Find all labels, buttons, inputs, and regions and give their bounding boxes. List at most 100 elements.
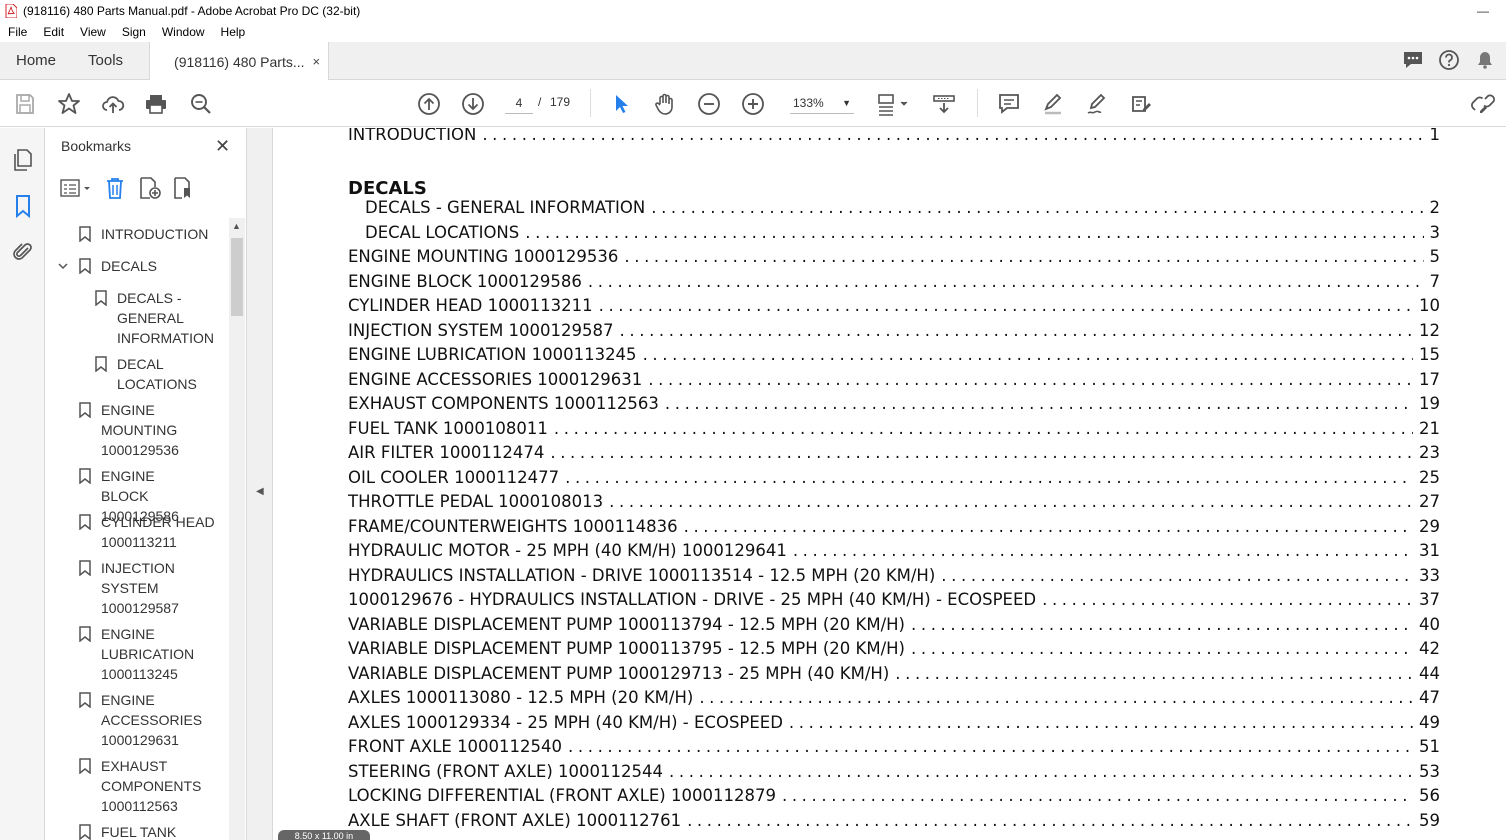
print-icon[interactable] [143, 91, 169, 117]
menu-help[interactable]: Help [213, 25, 254, 39]
zoom-level-dropdown[interactable]: 133% ▼ [790, 92, 854, 114]
bookmarks-icon[interactable] [11, 194, 35, 219]
bookmark-decal-locations[interactable]: DECAL LOCATIONS [95, 354, 221, 394]
toc-entry[interactable]: THROTTLE PEDAL 1000108013...............… [348, 492, 1440, 516]
search-zoom-icon[interactable] [188, 91, 214, 117]
toc-entry[interactable]: EXHAUST COMPONENTS 1000112563...........… [348, 394, 1440, 418]
attachments-paperclip-icon[interactable] [11, 240, 35, 264]
scroll-up-icon[interactable]: ▲ [232, 221, 241, 231]
page-separator: / [538, 95, 542, 109]
toc-entry[interactable]: STEERING (FRONT AXLE) 1000112544........… [348, 762, 1440, 786]
help-icon[interactable] [1438, 49, 1460, 74]
scroll-mode-icon[interactable] [931, 91, 957, 117]
toc-leader-dots: ........................................… [609, 492, 1413, 511]
page-number-input[interactable] [505, 92, 533, 114]
toc-entry[interactable]: INJECTION SYSTEM 1000129587.............… [348, 321, 1440, 345]
toc-entry[interactable]: HYDRAULIC MOTOR - 25 MPH (40 KM/H) 10001… [348, 541, 1440, 565]
toc-entry[interactable]: AIR FILTER 1000112474...................… [348, 443, 1440, 467]
upload-cloud-icon[interactable] [100, 91, 126, 117]
toc-entry[interactable]: 1000129676 - HYDRAULICS INSTALLATION - D… [348, 590, 1440, 614]
star-bookmark-icon[interactable] [56, 91, 82, 117]
toc-leader-dots: ........................................… [699, 688, 1413, 707]
delete-bookmark-icon[interactable] [103, 176, 127, 203]
collapse-left-icon[interactable]: ◀ [256, 486, 264, 497]
toc-entry[interactable]: FRONT AXLE 1000112540...................… [348, 737, 1440, 761]
share-link-icon[interactable] [1470, 91, 1496, 117]
toc-leader-dots: ........................................… [624, 247, 1424, 266]
toc-entry[interactable]: OIL COOLER 1000112477...................… [348, 468, 1440, 492]
toc-entry[interactable]: AXLE SHAFT (FRONT AXLE) 1000112761......… [348, 811, 1440, 835]
bookmark-decals[interactable]: DECALS [79, 256, 219, 276]
close-panel-button[interactable]: ✕ [215, 136, 230, 157]
menu-edit[interactable]: Edit [35, 25, 72, 39]
page-thumbnails-icon[interactable] [11, 148, 35, 172]
toc-entry[interactable]: CYLINDER HEAD 1000113211................… [348, 296, 1440, 320]
highlight-pen-icon[interactable] [1040, 91, 1066, 117]
window-controls: — [1460, 0, 1506, 22]
toc-leader-dots: ........................................… [664, 394, 1413, 413]
previous-page-icon[interactable] [416, 91, 442, 117]
bookmark-exhaust-components[interactable]: EXHAUST COMPONENTS 1000112563 [79, 756, 205, 816]
toc-entry[interactable]: ENGINE LUBRICATION 1000113245...........… [348, 345, 1440, 369]
select-cursor-icon[interactable] [608, 91, 634, 117]
toc-entry-title: AIR FILTER 1000112474 [348, 443, 545, 462]
toc-entry[interactable]: ENGINE MOUNTING 1000129536..............… [348, 247, 1440, 271]
toc-entry[interactable]: VARIABLE DISPLACEMENT PUMP 1000113794 - … [348, 615, 1440, 639]
save-icon[interactable] [12, 91, 38, 117]
minimize-button[interactable]: — [1460, 0, 1506, 22]
toc-entry[interactable]: VARIABLE DISPLACEMENT PUMP 1000129713 - … [348, 664, 1440, 688]
toc-entry[interactable]: AXLES 1000113080 - 12.5 MPH (20 KM/H)...… [348, 688, 1440, 712]
toc-entry[interactable]: LOCKING DIFFERENTIAL (FRONT AXLE) 100011… [348, 786, 1440, 810]
notification-bell-icon[interactable] [1474, 49, 1496, 74]
page-fit-icon[interactable] [876, 91, 912, 117]
toc-entry[interactable]: INTRODUCTION............................… [348, 128, 1440, 149]
new-bookmark-icon[interactable] [137, 176, 161, 203]
scrollbar-thumb[interactable] [231, 238, 243, 316]
comment-bubble-icon[interactable] [1402, 49, 1424, 74]
toc-entry-page: 47 [1419, 688, 1440, 707]
toc-entry-title: ENGINE LUBRICATION 1000113245 [348, 345, 637, 364]
toc-leader-dots: ........................................… [648, 369, 1413, 389]
toc-entry[interactable]: AXLES 1000129334 - 25 MPH (40 KM/H) - EC… [348, 713, 1440, 737]
toc-leader-dots: ........................................… [482, 128, 1424, 144]
bookmark-engine-accessories[interactable]: ENGINE ACCESSORIES 1000129631 [79, 690, 202, 750]
toc-entry[interactable]: DECALS - GENERAL INFORMATION............… [365, 198, 1440, 222]
toc-entry[interactable]: DECAL LOCATIONS.........................… [365, 223, 1440, 247]
document-view[interactable]: INTRODUCTION............................… [273, 128, 1506, 840]
zoom-in-icon[interactable] [740, 91, 766, 117]
zoom-out-icon[interactable] [696, 91, 722, 117]
bookmark-engine-lubrication[interactable]: ENGINE LUBRICATION 1000113245 [79, 624, 201, 684]
close-tab-button[interactable]: × [312, 54, 320, 69]
next-page-icon[interactable] [460, 91, 486, 117]
add-comment-icon[interactable] [996, 91, 1022, 117]
chevron-down-icon[interactable] [57, 260, 69, 275]
toc-entry[interactable]: HYDRAULICS INSTALLATION - DRIVE 10001135… [348, 566, 1440, 590]
draw-freehand-icon[interactable] [1084, 91, 1110, 117]
menu-sign[interactable]: Sign [114, 25, 154, 39]
bookmark-introduction[interactable]: INTRODUCTION [79, 224, 219, 244]
bookmark-decals-general-information[interactable]: DECALS - GENERAL INFORMATION [95, 288, 221, 348]
bookmark-injection-system[interactable]: INJECTION SYSTEM 1000129587 [79, 558, 191, 618]
tab-document[interactable]: (918116) 480 Parts... × [149, 42, 330, 81]
toc-entry[interactable]: ENGINE BLOCK 1000129586.................… [348, 272, 1440, 296]
bookmark-fuel-tank[interactable]: FUEL TANK [79, 822, 219, 840]
find-bookmark-icon[interactable] [171, 176, 195, 203]
menu-window[interactable]: Window [154, 25, 213, 39]
menu-view[interactable]: View [72, 25, 114, 39]
toc-entry[interactable]: FUEL TANK 1000108011....................… [348, 419, 1440, 443]
toc-entry-title: ENGINE BLOCK 1000129586 [348, 271, 582, 291]
zoom-level-value: 133% [793, 95, 824, 110]
toc-entry[interactable]: ENGINE ACCESSORIES 1000129631...........… [348, 370, 1440, 394]
tab-home[interactable]: Home [0, 42, 72, 79]
tab-tools[interactable]: Tools [72, 42, 139, 79]
panel-collapse-strip[interactable]: ◀ [247, 128, 273, 840]
bookmark-cylinder-head[interactable]: CYLINDER HEAD 1000113211 [79, 512, 219, 552]
edit-stamp-icon[interactable] [1128, 91, 1154, 117]
toc-entry[interactable]: FRAME/COUNTERWEIGHTS 1000114836.........… [348, 517, 1440, 541]
menu-file[interactable]: File [0, 25, 35, 39]
bookmark-engine-mounting[interactable]: ENGINE MOUNTING 1000129536 [79, 400, 201, 460]
hand-tool-icon[interactable] [652, 91, 678, 117]
toc-entry[interactable]: VARIABLE DISPLACEMENT PUMP 1000113795 - … [348, 639, 1440, 663]
bookmark-options-icon[interactable] [59, 177, 93, 202]
bookmarks-scrollbar[interactable]: ▲ [229, 218, 245, 840]
